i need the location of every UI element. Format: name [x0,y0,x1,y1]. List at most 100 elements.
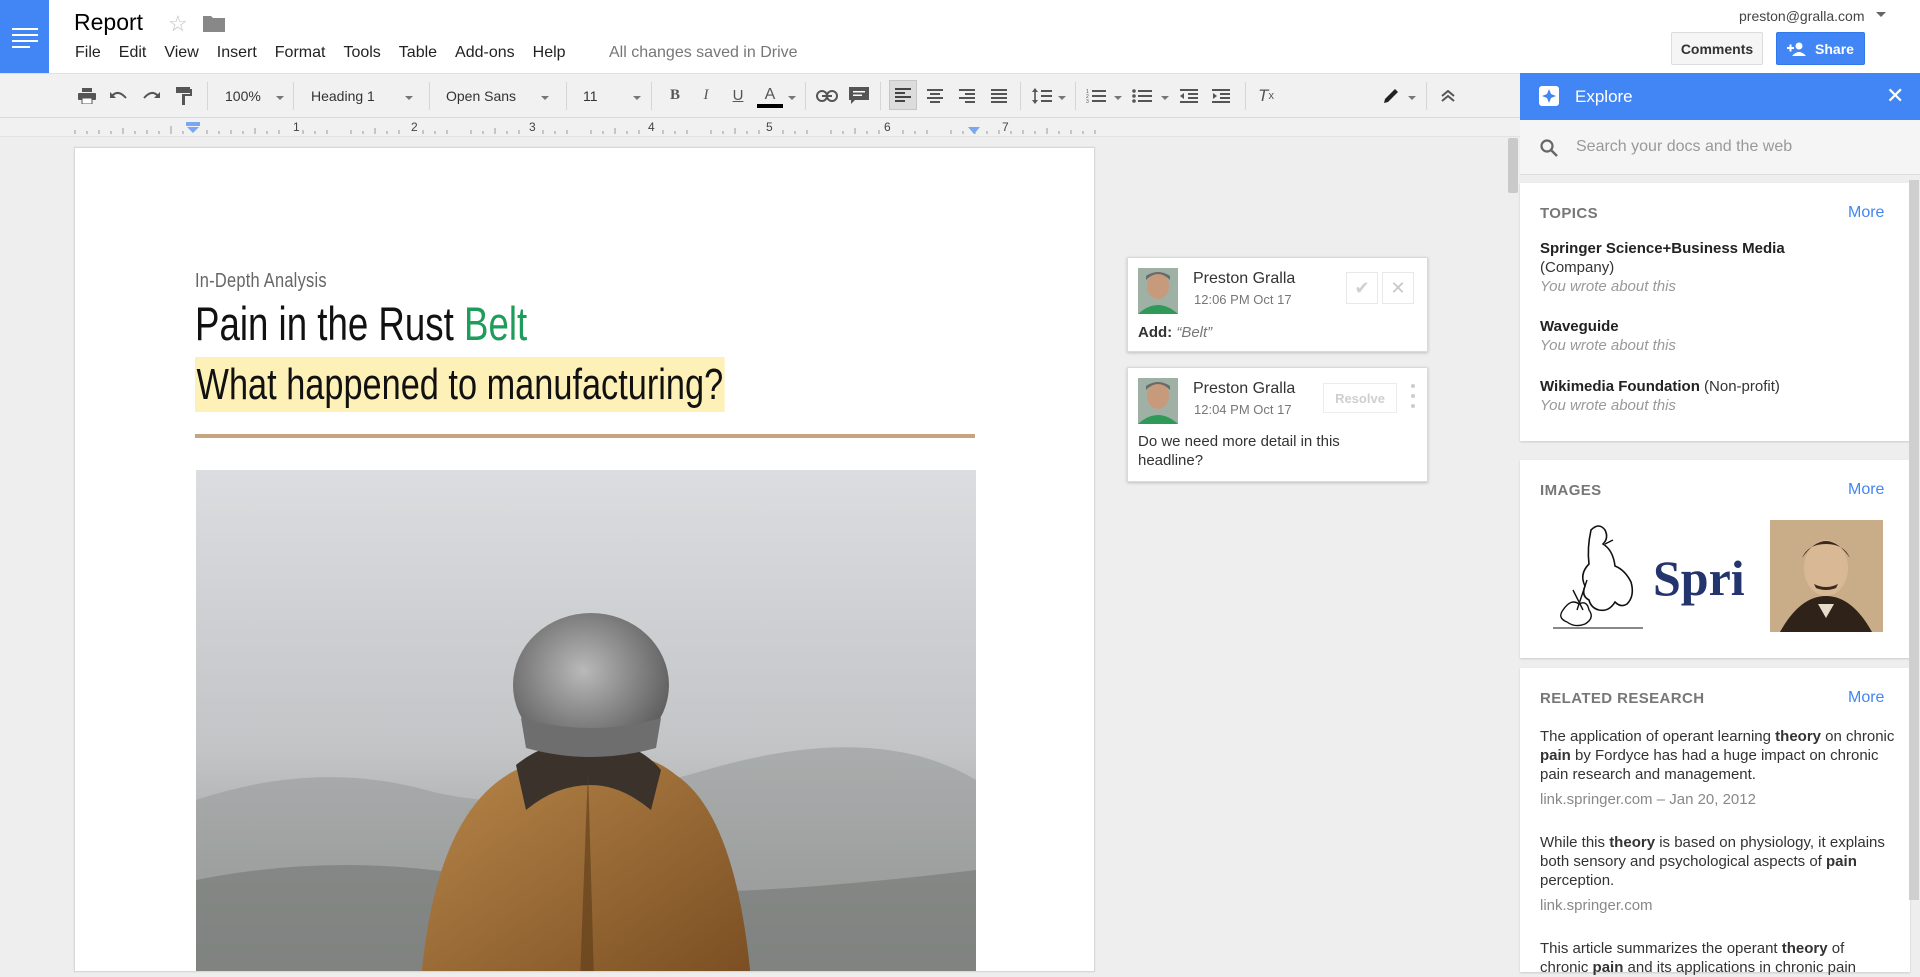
topic-type: (Company) [1540,259,1615,276]
topics-more-link[interactable]: More [1848,204,1884,222]
paint-format-icon[interactable] [172,74,196,117]
research-text: by Fordyce has had a huge impact on chro… [1540,747,1879,783]
topic-note: You wrote about this [1540,337,1676,354]
print-icon[interactable] [75,74,99,117]
research-more-link[interactable]: More [1848,689,1884,707]
align-center-button[interactable] [923,74,947,117]
research-source[interactable]: link.springer.com [1540,896,1895,915]
text-color-caret-icon [788,96,796,100]
image-thumbnail-sketch[interactable] [1543,520,1653,636]
align-right-button[interactable] [955,74,979,117]
style-select[interactable]: Heading 1 [311,74,406,117]
doc-headline[interactable]: Pain in the Rust Belt [195,296,527,351]
menu-addons[interactable]: Add-ons [455,44,515,62]
search-input[interactable]: Search your docs and the web [1576,138,1792,156]
bold-button[interactable]: B [664,74,686,117]
star-icon[interactable]: ☆ [168,11,188,37]
align-justify-button[interactable] [987,74,1011,117]
doc-subheadline[interactable]: What happened to manufacturing? [195,357,725,412]
research-text: While this [1540,834,1610,851]
document-scrollbar[interactable] [1508,138,1518,193]
clear-formatting-icon[interactable]: Tx [1254,74,1278,117]
ruler[interactable]: 1 2 3 4 5 6 7 [0,118,1520,137]
text-color-button[interactable]: A [757,74,783,117]
suggestion-comment-card[interactable]: Preston Gralla 12:06 PM Oct 17 ✔ ✕ Add: … [1127,257,1428,352]
close-icon[interactable]: ✕ [1886,83,1904,109]
toolbar-divider [880,82,881,110]
ruler-number: 6 [884,120,891,134]
document-page[interactable]: In-Depth Analysis Pain in the Rust Belt … [74,147,1095,972]
document-title[interactable]: Report [74,9,143,36]
insert-comment-icon[interactable] [847,74,871,117]
increase-indent-icon[interactable] [1209,74,1233,117]
account-dropdown-icon[interactable] [1876,12,1886,17]
share-button[interactable]: Share [1776,32,1865,65]
menu-tools[interactable]: Tools [343,44,380,62]
reject-suggestion-icon[interactable]: ✕ [1382,272,1414,304]
align-left-button[interactable] [889,80,917,110]
topic-item[interactable]: Springer Science+Business Media (Company… [1540,239,1785,296]
research-text: perception. [1540,872,1615,889]
topic-item[interactable]: Wikimedia Foundation (Non-profit) You wr… [1540,377,1780,415]
explore-search[interactable]: Search your docs and the web [1520,120,1920,175]
toolbar-divider [207,82,208,110]
redo-icon[interactable] [139,74,163,117]
left-indent-marker-icon[interactable] [186,122,200,134]
menu-file[interactable]: File [75,44,101,62]
cover-photo[interactable] [196,470,976,971]
resolve-button[interactable]: Resolve [1323,383,1397,413]
headline-divider [195,434,975,438]
research-text: on chronic [1821,728,1895,745]
research-keyword: pain [1826,853,1857,870]
comments-button[interactable]: Comments [1671,32,1763,65]
docs-home-icon[interactable] [0,0,49,73]
image-thumbnail-springer[interactable]: Sprir [1653,520,1744,636]
insert-link-icon[interactable] [815,74,839,117]
font-size-select[interactable]: 11 [583,74,633,117]
topic-item[interactable]: Waveguide You wrote about this [1540,317,1676,355]
explore-header: Explore ✕ [1520,73,1920,120]
images-more-link[interactable]: More [1848,481,1884,499]
menu-view[interactable]: View [164,44,198,62]
research-item[interactable]: While this theory is based on physiology… [1540,833,1895,915]
bulleted-list-icon[interactable] [1130,74,1154,117]
folder-icon[interactable] [203,14,225,37]
save-status[interactable]: All changes saved in Drive [609,44,798,62]
research-text: The application of operant learning [1540,728,1776,745]
right-indent-marker-icon[interactable] [968,127,980,135]
collapse-menus-icon[interactable] [1436,74,1460,117]
research-source[interactable]: link.springer.com – Jan 20, 2012 [1540,790,1895,809]
line-spacing-caret-icon [1058,96,1066,100]
headline-text: Pain in the Rust [195,297,464,350]
ruler-number: 1 [293,120,300,134]
undo-icon[interactable] [107,74,131,117]
account-email[interactable]: preston@gralla.com [1739,8,1865,24]
text-color-letter-icon: A [764,86,776,103]
more-options-icon[interactable] [1411,384,1417,408]
menu-insert[interactable]: Insert [217,44,257,62]
menu-format[interactable]: Format [275,44,326,62]
topic-name: Springer Science+Business Media [1540,240,1785,257]
menu-table[interactable]: Table [399,44,437,62]
line-spacing-icon[interactable] [1030,74,1054,117]
menu-edit[interactable]: Edit [119,44,147,62]
menu-help[interactable]: Help [533,44,566,62]
numbered-list-icon[interactable]: 123 [1084,74,1108,117]
avatar [1138,378,1178,424]
springer-logo-text: Sprir [1653,550,1744,606]
underline-button[interactable]: U [727,74,749,117]
doc-subtitle[interactable]: In-Depth Analysis [195,270,327,293]
research-item[interactable]: This article summarizes the operant theo… [1540,939,1895,977]
topic-type: (Non-profit) [1704,378,1780,395]
search-icon [1540,139,1558,157]
research-item[interactable]: The application of operant learning theo… [1540,727,1895,809]
comment-card[interactable]: Preston Gralla 12:04 PM Oct 17 Resolve D… [1127,367,1428,482]
explore-scrollbar[interactable] [1909,180,1919,900]
italic-button[interactable]: I [695,74,717,117]
editing-mode-pencil-icon[interactable] [1379,74,1403,117]
toolbar-divider [1426,82,1427,110]
font-select[interactable]: Open Sans [446,74,536,117]
decrease-indent-icon[interactable] [1177,74,1201,117]
image-thumbnail-portrait[interactable] [1770,520,1883,632]
accept-suggestion-icon[interactable]: ✔ [1346,272,1378,304]
